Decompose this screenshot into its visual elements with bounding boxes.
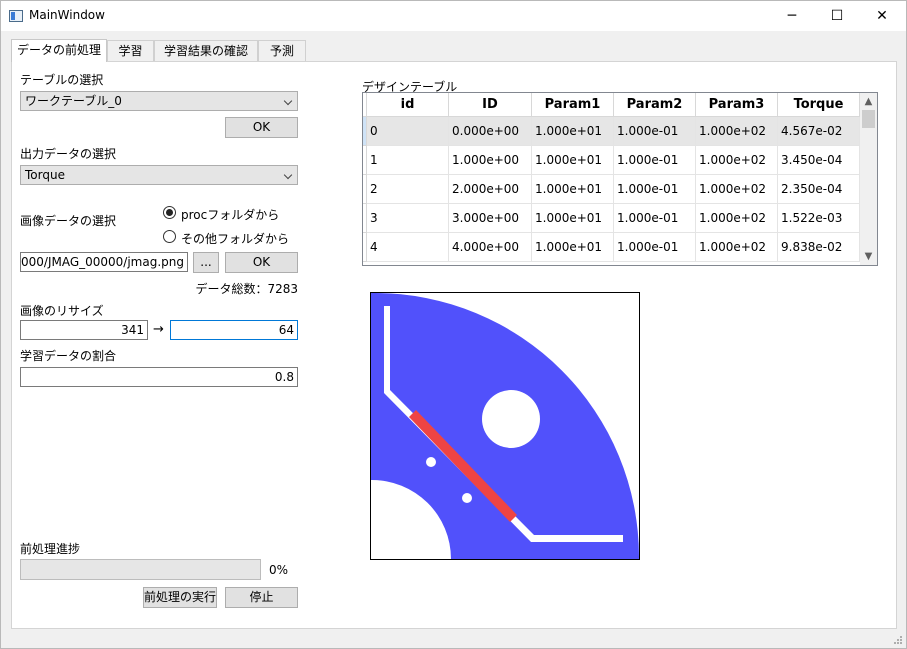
- table-row[interactable]: 3 3.000e+00 1.000e+01 1.000e-01 1.000e+0…: [367, 204, 860, 233]
- close-button[interactable]: ✕: [859, 1, 905, 31]
- table-cell: 1.000e+02: [696, 146, 778, 175]
- image-path-input[interactable]: 0000/JMAG_00000/jmag.png: [20, 252, 188, 272]
- table-cell: 4.567e-02: [778, 117, 860, 146]
- design-table[interactable]: id ID Param1 Param2 Param3 Torque 0 0.00…: [362, 92, 878, 266]
- table-cell: 1.000e+01: [532, 117, 614, 146]
- table-cell: 9.838e-02: [778, 233, 860, 262]
- progress-value: 0%: [269, 563, 289, 577]
- table-cell: 1.000e-01: [614, 117, 696, 146]
- table-cell: 1.000e+02: [696, 233, 778, 262]
- train-ratio-input[interactable]: 0.8: [20, 367, 298, 387]
- window-title: MainWindow: [29, 8, 105, 22]
- radio-other-folder[interactable]: [163, 230, 176, 243]
- browse-button[interactable]: ...: [193, 252, 219, 273]
- scroll-down-icon[interactable]: ▼: [860, 248, 877, 265]
- data-total-text: データ総数：7283: [195, 282, 298, 296]
- table-row[interactable]: 4 4.000e+00 1.000e+01 1.000e-01 1.000e+0…: [367, 233, 860, 262]
- output-select-label: 出力データの選択: [20, 147, 117, 161]
- output-select-value: Torque: [25, 168, 65, 182]
- resize-grip-icon[interactable]: [893, 635, 903, 645]
- image-select-label: 画像データの選択: [20, 214, 117, 228]
- table-cell: 1.000e+01: [532, 146, 614, 175]
- column-header[interactable]: Torque: [778, 93, 860, 117]
- table-cell: 3.450e-04: [778, 146, 860, 175]
- preprocess-panel: テーブルの選択 ワークテーブル_0 OK 出力データの選択 Torque 画像デ…: [11, 61, 897, 629]
- train-ratio-label: 学習データの割合: [20, 349, 117, 363]
- progress-label: 前処理進捗: [20, 542, 81, 556]
- chevron-down-icon: [283, 170, 293, 180]
- resize-label: 画像のリサイズ: [20, 304, 104, 318]
- table-cell: 1.000e+00: [449, 146, 532, 175]
- motor-section-image: [371, 293, 639, 559]
- image-ok-button[interactable]: OK: [225, 252, 298, 273]
- title-bar: MainWindow ─ ☐ ✕: [1, 1, 906, 31]
- run-preprocess-button[interactable]: 前処理の実行: [143, 587, 217, 608]
- scroll-up-icon[interactable]: ▲: [860, 93, 877, 110]
- image-preview: [370, 292, 640, 560]
- large-hole: [482, 390, 540, 448]
- main-window: MainWindow ─ ☐ ✕ データの前処理 学習 学習結果の確認 予測 テ…: [0, 0, 907, 649]
- column-header[interactable]: Param3: [696, 93, 778, 117]
- preprocess-progress-bar: [20, 559, 261, 580]
- table-select-label: テーブルの選択: [20, 73, 104, 87]
- table-cell: 1.522e-03: [778, 204, 860, 233]
- table-select-combo[interactable]: ワークテーブル_0: [20, 91, 298, 111]
- table-cell: 1.000e-01: [614, 146, 696, 175]
- table-cell: 3.000e+00: [449, 204, 532, 233]
- tab-training-results[interactable]: 学習結果の確認: [154, 40, 258, 61]
- table-row[interactable]: 2 2.000e+00 1.000e+01 1.000e-01 1.000e+0…: [367, 175, 860, 204]
- tab-training[interactable]: 学習: [107, 40, 154, 61]
- table-cell: 3: [367, 204, 449, 233]
- resize-arrow: →: [153, 322, 164, 337]
- table-row[interactable]: 1 1.000e+00 1.000e+01 1.000e-01 1.000e+0…: [367, 146, 860, 175]
- tab-preprocess[interactable]: データの前処理: [11, 39, 107, 62]
- column-header[interactable]: ID: [449, 93, 532, 117]
- table-cell: 1.000e-01: [614, 204, 696, 233]
- table-ok-button[interactable]: OK: [225, 117, 298, 138]
- image-path-value: 0000/JMAG_00000/jmag.png: [20, 255, 184, 269]
- table-cell: 1.000e+02: [696, 175, 778, 204]
- output-select-combo[interactable]: Torque: [20, 165, 298, 185]
- radio-other-folder-label: その他フォルダから: [181, 232, 290, 246]
- table-cell: 0.000e+00: [449, 117, 532, 146]
- table-vertical-scrollbar[interactable]: ▲ ▼: [860, 93, 877, 265]
- table-select-value: ワークテーブル_0: [25, 94, 122, 108]
- table-cell: 1.000e+01: [532, 175, 614, 204]
- table-cell: 1.000e-01: [614, 175, 696, 204]
- radio-proc-folder-label: procフォルダから: [181, 208, 280, 222]
- column-header[interactable]: Param2: [614, 93, 696, 117]
- table-cell: 4: [367, 233, 449, 262]
- tab-prediction[interactable]: 予測: [258, 40, 306, 61]
- resize-from-input[interactable]: 341: [20, 320, 148, 340]
- table-cell: 1: [367, 146, 449, 175]
- table-cell: 1.000e+01: [532, 204, 614, 233]
- radio-proc-folder[interactable]: [163, 206, 176, 219]
- table-cell: 1.000e-01: [614, 233, 696, 262]
- table-cell: 2: [367, 175, 449, 204]
- table-cell: 2.000e+00: [449, 175, 532, 204]
- chevron-down-icon: [283, 96, 293, 106]
- stop-button[interactable]: 停止: [225, 587, 298, 608]
- table-cell: 2.350e-04: [778, 175, 860, 204]
- table-cell: 4.000e+00: [449, 233, 532, 262]
- column-header[interactable]: id: [367, 93, 449, 117]
- maximize-button[interactable]: ☐: [814, 1, 860, 31]
- resize-to-input[interactable]: 64: [170, 320, 298, 340]
- table-row[interactable]: 0 0.000e+00 1.000e+01 1.000e-01 1.000e+0…: [367, 117, 860, 146]
- column-header[interactable]: Param1: [532, 93, 614, 117]
- table-cell: 1.000e+01: [532, 233, 614, 262]
- small-hole: [462, 493, 472, 503]
- table-cell: 0: [367, 117, 449, 146]
- table-cell: 1.000e+02: [696, 204, 778, 233]
- app-icon: [9, 10, 23, 22]
- scroll-thumb[interactable]: [862, 110, 875, 128]
- minimize-button[interactable]: ─: [769, 1, 815, 31]
- small-hole: [426, 457, 436, 467]
- table-cell: 1.000e+02: [696, 117, 778, 146]
